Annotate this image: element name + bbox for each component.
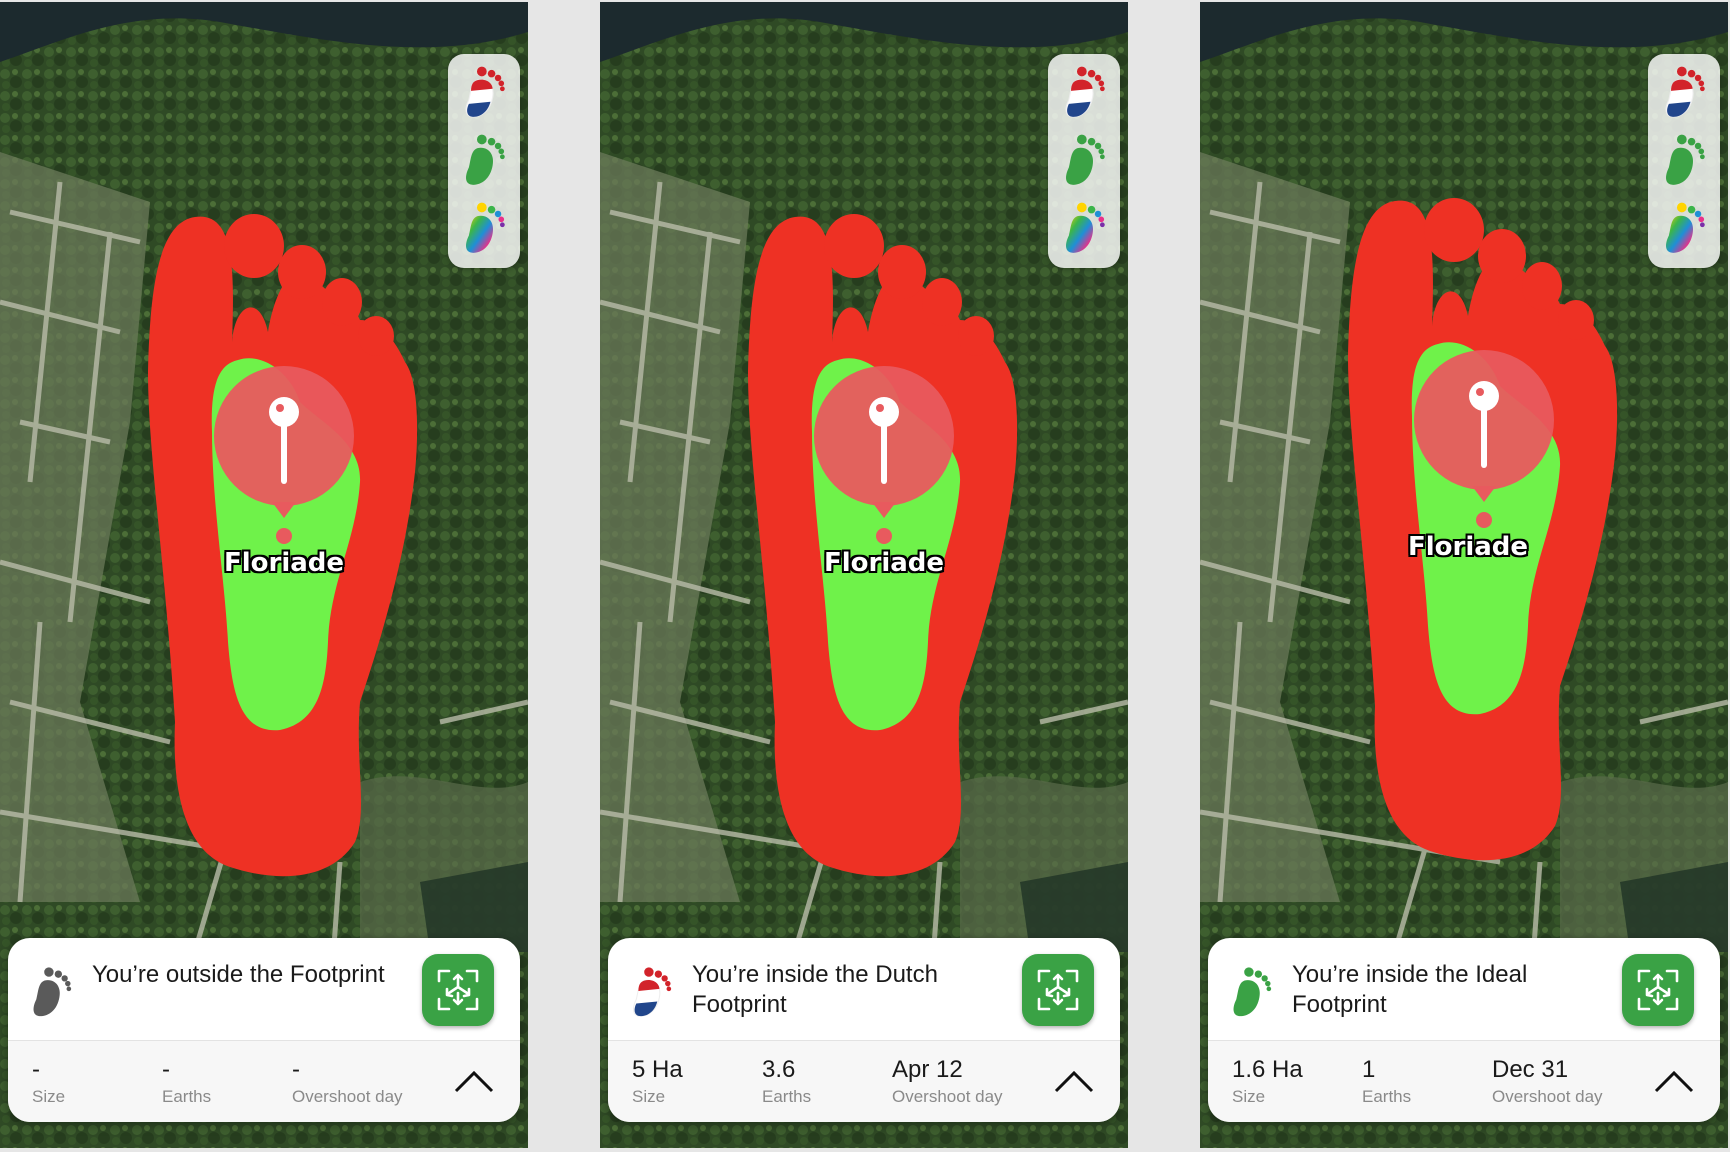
dutch-footprint-layer-button[interactable] [1054,62,1114,122]
ideal-footprint-layer-button[interactable] [454,130,514,190]
stat-overshoot-label: Overshoot day [1492,1087,1603,1106]
stat-size-label: Size [1232,1087,1266,1106]
app-screen-ideal: Floriade You’re inside the Ideal Footpri… [1200,2,1728,1148]
ideal-footprint-layer-button[interactable] [1054,130,1114,190]
world-footprint-layer-button[interactable] [454,198,514,258]
dutch-flag-footprint-icon [465,66,506,118]
footprint-status-text: You’re outside the Footprint [92,961,385,988]
stat-size: - Size [32,1055,65,1107]
stat-size-label: Size [632,1087,666,1106]
rainbow-footprint-icon [1666,202,1705,253]
stat-size: 5 Ha Size [632,1055,683,1107]
world-footprint-layer-button[interactable] [1054,198,1114,258]
dutch-footprint-layer-button[interactable] [454,62,514,122]
stat-size-value: 5 Ha [632,1056,683,1083]
ideal-footprint-layer-button[interactable] [1654,130,1714,190]
stat-earths: - Earths [162,1055,211,1107]
stat-earths-label: Earths [1362,1087,1412,1106]
app-screen-outside: Floriade You’re outside the Footprint - S… [0,2,528,1148]
dutch-flag-footprint-icon [1065,66,1106,118]
world-footprint-layer-button[interactable] [1654,198,1714,258]
stat-overshoot: Dec 31 Overshoot day [1492,1055,1603,1107]
layer-selector [1048,54,1120,268]
stat-overshoot-value: - [292,1056,300,1083]
stat-overshoot: Apr 12 Overshoot day [892,1055,1003,1107]
stat-earths: 3.6 Earths [762,1055,811,1107]
place-label: Floriade [223,548,345,578]
stat-earths-label: Earths [162,1087,212,1106]
stat-size: 1.6 Ha Size [1232,1055,1303,1107]
layer-selector [448,54,520,268]
stat-overshoot: - Overshoot day [292,1055,403,1107]
stat-overshoot-label: Overshoot day [292,1087,403,1106]
stat-earths-value: 3.6 [762,1056,796,1083]
stat-earths: 1 Earths [1362,1055,1411,1107]
locate-icon [437,969,479,1011]
rainbow-footprint-icon [466,202,505,253]
stat-earths-label: Earths [762,1087,812,1106]
stat-earths-value: - [162,1056,170,1083]
place-label: Floriade [1407,532,1529,562]
footprint-info-card: You’re inside the Dutch Footprint 5 Ha Si… [608,938,1120,1122]
green-footprint-icon [1066,134,1105,185]
stat-overshoot-value: Dec 31 [1492,1056,1569,1083]
dutch-flag-footprint-icon [1665,66,1706,118]
locate-icon [1037,969,1079,1011]
chevron-up-icon[interactable] [1050,1063,1098,1097]
app-screen-dutch: Floriade You’re inside the Dutch Footpri… [600,2,1128,1148]
gray-footprint-icon [33,967,72,1017]
dutch-footprint-layer-button[interactable] [1654,62,1714,122]
stat-earths-value: 1 [1362,1056,1376,1083]
green-footprint-icon [466,134,505,185]
footprint-info-card: You’re outside the Footprint - Size - Eart… [8,938,520,1122]
stat-overshoot-value: Apr 12 [892,1056,963,1083]
stat-size-value: - [32,1056,40,1083]
locate-button[interactable] [422,954,494,1026]
stat-overshoot-label: Overshoot day [892,1087,1003,1106]
layer-selector [1648,54,1720,268]
chevron-up-icon[interactable] [450,1063,498,1097]
green-footprint-icon [1233,967,1272,1017]
rainbow-footprint-icon [1066,202,1105,253]
footprint-status-text: You’re inside the Dutch Footprint [692,961,938,1018]
dutch-flag-footprint-icon [633,966,672,1017]
footprint-status-text: You’re inside the Ideal Footprint [1292,961,1528,1018]
locate-button[interactable] [1022,954,1094,1026]
locate-button[interactable] [1622,954,1694,1026]
chevron-up-icon[interactable] [1650,1063,1698,1097]
green-footprint-icon [1666,134,1705,185]
locate-icon [1637,969,1679,1011]
stat-size-label: Size [32,1087,66,1106]
place-label: Floriade [823,548,945,578]
footprint-info-card: You’re inside the Ideal Footprint 1.6 Ha… [1208,938,1720,1122]
stat-size-value: 1.6 Ha [1232,1056,1303,1083]
